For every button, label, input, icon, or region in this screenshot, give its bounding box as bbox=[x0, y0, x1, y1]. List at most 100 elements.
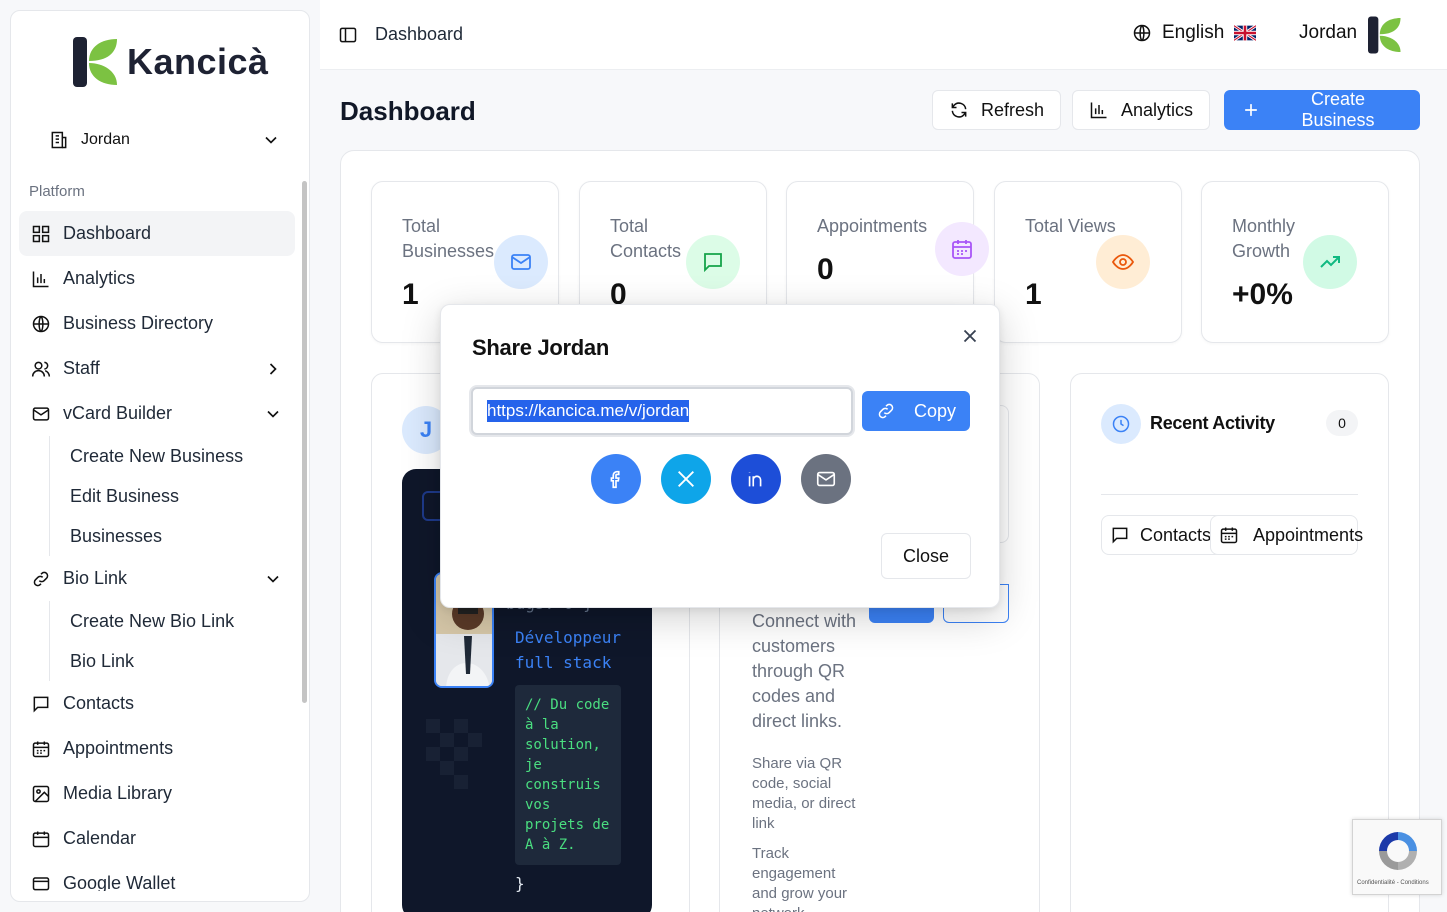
sidebar-item-staff[interactable]: Staff bbox=[19, 346, 295, 391]
user-avatar[interactable] bbox=[1368, 16, 1402, 54]
sidebar-subitem-bio-link[interactable]: Bio Link bbox=[49, 641, 295, 681]
sidebar-subitem-create-new-business[interactable]: Create New Business bbox=[49, 436, 295, 476]
stat-badge bbox=[935, 222, 989, 276]
kancica-logo-icon bbox=[73, 37, 119, 87]
divider bbox=[1101, 494, 1358, 495]
vcard-role: Développeur full stack bbox=[515, 625, 621, 675]
building-icon bbox=[49, 130, 69, 150]
copy-button[interactable]: Copy bbox=[862, 391, 970, 431]
analytics-label: Analytics bbox=[1121, 99, 1194, 120]
mail-icon bbox=[31, 404, 51, 424]
refresh-button[interactable]: Refresh bbox=[932, 90, 1062, 130]
sidebar-subitem-businesses[interactable]: Businesses bbox=[49, 516, 295, 556]
mail-icon bbox=[509, 250, 533, 274]
x-twitter-icon bbox=[675, 468, 697, 490]
recent-activity-count: 0 bbox=[1326, 410, 1358, 436]
message-square-icon bbox=[31, 694, 51, 714]
sidebar-item-contacts[interactable]: Contacts bbox=[19, 681, 295, 726]
share-url-input[interactable]: https://kancica.me/v/jordan bbox=[471, 387, 853, 435]
sidebar-item-calendar[interactable]: Calendar bbox=[19, 816, 295, 861]
sidebar-item-google-wallet[interactable]: Google Wallet bbox=[19, 861, 295, 891]
share-tip-1: Share via QR code, social media, or dire… bbox=[752, 754, 855, 834]
sidebar-item-label: Google Wallet bbox=[63, 873, 176, 891]
vcard-role-line: full stack bbox=[515, 653, 612, 672]
code-comment-block: // Du code à la solution, je construis v… bbox=[515, 685, 621, 865]
sidebar-scrollbar[interactable] bbox=[302, 181, 307, 703]
brand-name: Kancicà bbox=[127, 41, 269, 82]
tip-line: media, or direct bbox=[752, 795, 856, 812]
user-name[interactable]: Jordan bbox=[1299, 22, 1357, 44]
pixel-decoration bbox=[426, 719, 486, 799]
stat-card-total-views: Total Views 1 bbox=[994, 181, 1182, 343]
close-icon[interactable] bbox=[959, 325, 981, 347]
page-title: Dashboard bbox=[340, 96, 476, 126]
plus-icon bbox=[1241, 100, 1261, 120]
recaptcha-text[interactable]: Confidentialité - Conditions bbox=[1357, 880, 1429, 886]
share-linkedin-button[interactable] bbox=[731, 454, 781, 504]
stat-card-monthly-growth: Monthly Growth +0% bbox=[1201, 181, 1389, 343]
sidebar-item-media-library[interactable]: Media Library bbox=[19, 771, 295, 816]
sidebar-subitem-create-new-bio-link[interactable]: Create New Bio Link bbox=[49, 601, 295, 641]
message-square-icon bbox=[1110, 525, 1130, 545]
sidebar-item-label: Bio Link bbox=[63, 568, 128, 588]
sidebar-toggle-icon[interactable] bbox=[338, 25, 358, 45]
share-url-text: https://kancica.me/v/jordan bbox=[487, 400, 690, 422]
share-tip-2: Track engagement and grow your network bbox=[752, 844, 847, 912]
calendar-grid-icon bbox=[31, 739, 51, 759]
stat-label: Total Views bbox=[1025, 216, 1116, 236]
stat-badge bbox=[494, 235, 548, 289]
globe-icon bbox=[1132, 23, 1152, 43]
share-line: Connect with bbox=[752, 611, 857, 631]
refresh-icon bbox=[949, 100, 969, 120]
tip-line: and grow your bbox=[752, 885, 848, 902]
stat-badge bbox=[1096, 235, 1150, 289]
tab-appointments[interactable]: Appointments bbox=[1210, 515, 1363, 555]
tip-line: engagement bbox=[752, 865, 836, 882]
share-email-button[interactable] bbox=[801, 454, 851, 504]
close-button[interactable]: Close bbox=[881, 533, 971, 579]
sidebar-item-label: Contacts bbox=[63, 693, 135, 713]
tab-label: Appointments bbox=[1253, 524, 1364, 545]
users-icon bbox=[31, 359, 51, 379]
eye-icon bbox=[1111, 250, 1135, 274]
share-line: direct links. bbox=[752, 711, 843, 731]
clock-badge bbox=[1101, 404, 1141, 444]
recent-activity-panel bbox=[1070, 373, 1389, 912]
code-line: je bbox=[525, 757, 542, 773]
sidebar-subitem-edit-business[interactable]: Edit Business bbox=[49, 476, 295, 516]
sidebar-item-business-directory[interactable]: Business Directory bbox=[19, 301, 295, 346]
share-x-button[interactable] bbox=[661, 454, 711, 504]
tip-line: code, social bbox=[752, 775, 832, 792]
recaptcha-badge[interactable]: Confidentialité - Conditions bbox=[1352, 819, 1442, 895]
top-bar: Dashboard English Jordan bbox=[320, 0, 1447, 70]
share-line: customers bbox=[752, 636, 836, 656]
sidebar-item-vcard-builder[interactable]: vCard Builder bbox=[19, 391, 295, 436]
sidebar-item-analytics[interactable]: Analytics bbox=[19, 256, 295, 301]
sidebar-item-dashboard[interactable]: Dashboard bbox=[19, 211, 295, 256]
sidebar-item-bio-link[interactable]: Bio Link bbox=[19, 556, 295, 601]
calendar-icon bbox=[31, 829, 51, 849]
tip-line: Track bbox=[752, 845, 789, 862]
bar-chart-icon bbox=[31, 269, 51, 289]
create-business-button[interactable]: Create Business bbox=[1224, 89, 1420, 130]
analytics-button[interactable]: Analytics bbox=[1072, 90, 1211, 130]
tab-contacts[interactable]: Contacts bbox=[1101, 515, 1223, 555]
recaptcha-icon bbox=[1373, 828, 1423, 874]
chevron-right-icon bbox=[263, 359, 283, 379]
section-label-platform: Platform bbox=[29, 183, 85, 200]
sidebar-item-appointments[interactable]: Appointments bbox=[19, 726, 295, 771]
sidebar: Kancicà Jordan Platform Dashboard Analyt… bbox=[10, 10, 310, 902]
share-facebook-button[interactable] bbox=[591, 454, 641, 504]
language-selector[interactable]: English bbox=[1132, 22, 1258, 44]
clock-icon bbox=[1111, 414, 1131, 434]
chevron-down-icon bbox=[261, 130, 281, 150]
code-line: // Du code bbox=[525, 697, 610, 713]
org-selector[interactable]: Jordan bbox=[45, 119, 285, 161]
calendar-grid-icon bbox=[950, 237, 974, 261]
code-line: projets de bbox=[525, 817, 610, 833]
code-line: vos bbox=[525, 797, 551, 813]
brand-logo[interactable]: Kancicà bbox=[73, 37, 269, 87]
org-name: Jordan bbox=[81, 131, 130, 148]
code-line: A à Z. bbox=[525, 837, 576, 853]
code-line: solution, bbox=[525, 737, 601, 753]
